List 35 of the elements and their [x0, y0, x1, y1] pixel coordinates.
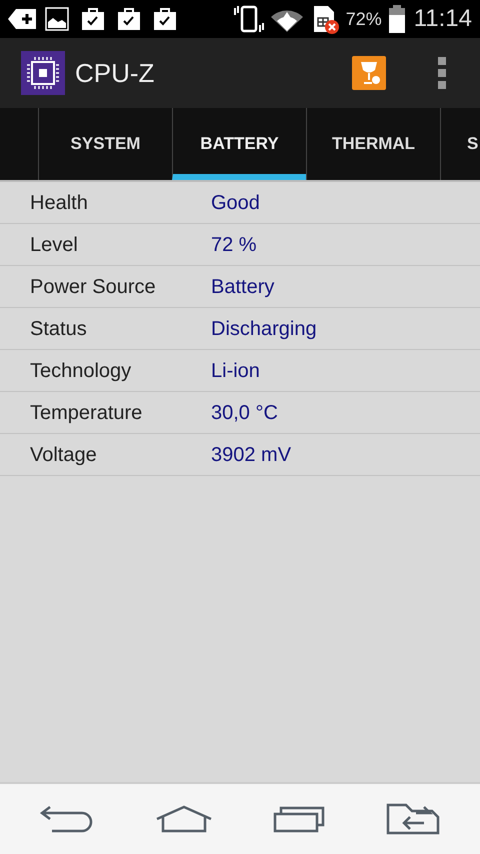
property-value: Discharging	[211, 316, 317, 342]
briefcase-check-icon	[153, 7, 177, 31]
property-label: Status	[30, 316, 88, 342]
overflow-menu-button[interactable]	[438, 57, 448, 89]
tab[interactable]: S	[440, 108, 480, 180]
briefcase-check-icon	[81, 7, 105, 31]
briefcase-check-icon	[117, 7, 141, 31]
image-icon	[45, 7, 69, 31]
property-value: Good	[211, 190, 260, 216]
battery-percent: 72%	[346, 8, 382, 30]
property-label: Level	[30, 232, 79, 258]
battery-icon	[388, 5, 406, 33]
vibrate-icon	[234, 5, 264, 33]
property-value: 30,0 °C	[211, 400, 278, 426]
property-label: Technology	[30, 358, 132, 384]
recent-apps-icon	[273, 805, 326, 833]
property-value: Li-ion	[211, 358, 260, 384]
clock: 11:14	[414, 4, 472, 34]
property-value: Battery	[211, 274, 274, 300]
tab[interactable]: THERMAL	[306, 108, 440, 180]
tab[interactable]: SYSTEM	[38, 108, 172, 180]
property-label: Health	[30, 190, 89, 216]
app-title: CPU-Z	[75, 56, 154, 90]
chip-icon	[21, 51, 65, 95]
property-label: Power Source	[30, 274, 157, 300]
property-value: 3902 mV	[211, 442, 292, 468]
tab[interactable]: BATTERY	[172, 108, 306, 180]
add-icon	[8, 8, 36, 30]
property-label: Temperature	[30, 400, 144, 426]
back-icon	[40, 805, 94, 833]
sim-card-error-icon	[312, 4, 340, 34]
property-value: 72 %	[211, 232, 257, 258]
property-label: Voltage	[30, 442, 98, 468]
switch-arrows-icon	[386, 803, 440, 835]
home-icon	[154, 805, 213, 833]
